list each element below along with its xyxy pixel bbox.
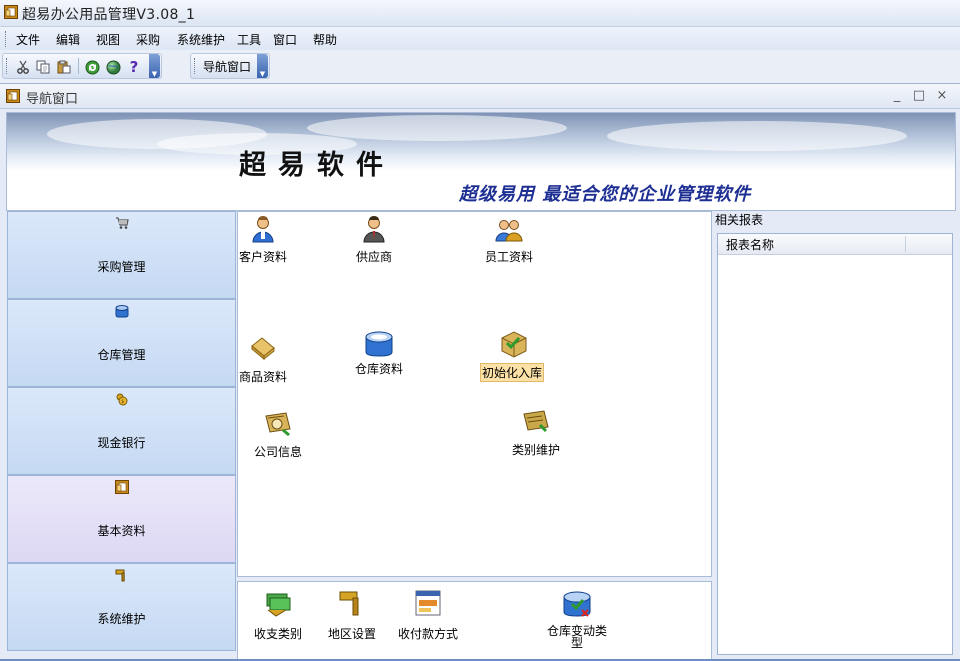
tile-label: 收付款方式 [397,627,458,641]
warehouse-data-icon [365,331,393,357]
tile-customer[interactable]: 客户资料 [223,214,303,274]
nav-item-label: 仓库管理 [97,348,146,362]
tile-warehouse-data[interactable]: 仓库资料 [339,328,419,388]
tile-company-info[interactable]: 公司信息 [238,408,318,468]
banner: 超易软件 超级易用 最适合您的企业管理软件 [6,112,956,211]
reports-title: 相关报表 [715,213,764,227]
minimize-button[interactable]: _ [888,87,906,105]
nav-window: 导航窗口 _ □ × 超易软件 超级易用 最适合您的企业管理软件 采购管理 仓库… [0,83,960,661]
region-icon [339,591,359,616]
menu-file[interactable]: 文件 [14,31,42,48]
nav-item-label: 现金银行 [97,436,146,450]
tile-label: 收支类别 [253,627,302,641]
standard-toolbar: ? ▼ [2,53,162,79]
tile-goods[interactable]: 商品资料 [223,332,303,392]
nav-item-label: 系统维护 [97,612,146,626]
tile-label: 仓库变动类型 [546,624,607,650]
employee-icon [495,220,523,242]
tile-supplier[interactable]: 供应商 [334,214,414,274]
tile-label: 仓库资料 [354,362,403,376]
toolbar-grip [6,58,9,74]
tile-label: 地区设置 [327,627,376,641]
nav-item-label: 基本资料 [97,524,146,538]
category-icon [523,410,549,433]
tile-init-stock[interactable]: 初始化入库 [474,328,554,388]
nav-item-purchase[interactable]: 采购管理 [7,211,236,299]
init-stock-icon [501,331,527,358]
tile-region[interactable]: 地区设置 [312,588,392,648]
company-info-icon [265,412,291,437]
column-divider[interactable] [905,236,906,252]
nav-item-label: 采购管理 [97,260,146,274]
menu-system-maintenance[interactable]: 系统维护 [175,31,227,48]
banner-slogan: 超级易用 最适合您的企业管理软件 [459,184,752,205]
menu-help[interactable]: 帮助 [311,31,339,48]
tile-label: 供应商 [355,250,392,264]
globe-icon[interactable] [104,58,122,76]
toolbar-grip [194,58,197,74]
toolbar-separator [78,58,79,74]
close-button[interactable]: × [933,87,951,105]
menu-purchase[interactable]: 采购 [134,31,162,48]
stock-change-icon [563,591,591,617]
goods-icon [251,337,275,361]
cut-icon[interactable] [14,58,32,76]
tile-label: 商品资料 [238,370,287,384]
reports-table-header: 报表名称 [718,234,952,255]
svg-text:$: $ [121,399,124,405]
income-expense-icon [266,593,291,617]
basic-data-icon [115,480,129,494]
shortcut-panel: 收支类别 地区设置 收付款方式 仓库变动类型 [237,581,712,660]
app-title: 超易办公用品管理V3.08_1 [22,7,196,23]
nav-item-warehouse[interactable]: 仓库管理 [7,299,236,387]
tile-label: 初始化入库 [480,363,544,382]
tile-payment-method[interactable]: 收付款方式 [388,588,468,648]
nav-window-titlebar: 导航窗口 _ □ × [0,84,960,109]
cart-icon [116,217,129,229]
column-header-report-name[interactable]: 报表名称 [726,236,774,253]
nav-window-title: 导航窗口 [26,92,79,107]
nav-item-system-maintenance[interactable]: 系统维护 [7,563,236,651]
window-toolbar: 导航窗口 ▼ [190,53,270,79]
menu-edit[interactable]: 编辑 [54,31,82,48]
menu-window[interactable]: 窗口 [271,31,299,48]
hammer-icon [115,569,125,582]
payment-method-icon [415,590,441,616]
tile-label: 客户资料 [238,250,287,264]
toolbar-overflow-button[interactable]: ▼ [257,54,268,78]
nav-window-button[interactable]: 导航窗口 [203,58,251,75]
warehouse-icon [115,305,129,318]
toolbar: ? ▼ 导航窗口 ▼ [0,52,960,79]
supplier-icon [363,216,385,243]
tile-label: 公司信息 [253,445,302,459]
title-bar: 超易办公用品管理V3.08_1 [0,0,960,27]
tile-employee[interactable]: 员工资料 [469,214,549,274]
left-nav: 采购管理 仓库管理 $ 现金银行 基本资料 系统维护 [7,211,236,658]
nav-item-basic-data[interactable]: 基本资料 [7,475,236,563]
money-icon: $ [116,393,128,406]
reports-panel: 相关报表 报表名称 [713,211,954,658]
tile-label: 员工资料 [484,250,533,264]
app-icon [4,5,18,19]
toolbar-overflow-button[interactable]: ▼ [149,54,160,78]
reports-table[interactable]: 报表名称 [717,233,953,655]
tile-stock-change-type[interactable]: 仓库变动类型 [537,588,617,650]
menu-bar: 文件 编辑 视图 采购 系统维护 工具 窗口 帮助 [0,27,960,50]
menu-grip [5,31,8,47]
nav-item-cash-bank[interactable]: $ 现金银行 [7,387,236,475]
copy-icon[interactable] [34,58,52,76]
tile-category[interactable]: 类别维护 [496,406,576,466]
paste-icon[interactable] [55,58,73,76]
menu-tools[interactable]: 工具 [235,31,263,48]
function-panel: 客户资料 供应商 员工资料 商品资料 仓库资料 初始化入库 公司信息 类别维护 [237,211,712,577]
window-icon [6,89,20,103]
refresh-icon[interactable] [83,58,101,76]
banner-title: 超易软件 [239,150,395,181]
menu-view[interactable]: 视图 [94,31,122,48]
maximize-button[interactable]: □ [910,87,928,105]
tile-income-expense[interactable]: 收支类别 [238,588,318,648]
help-icon[interactable]: ? [125,58,143,76]
tile-label: 类别维护 [511,443,560,457]
customer-icon [252,216,274,243]
